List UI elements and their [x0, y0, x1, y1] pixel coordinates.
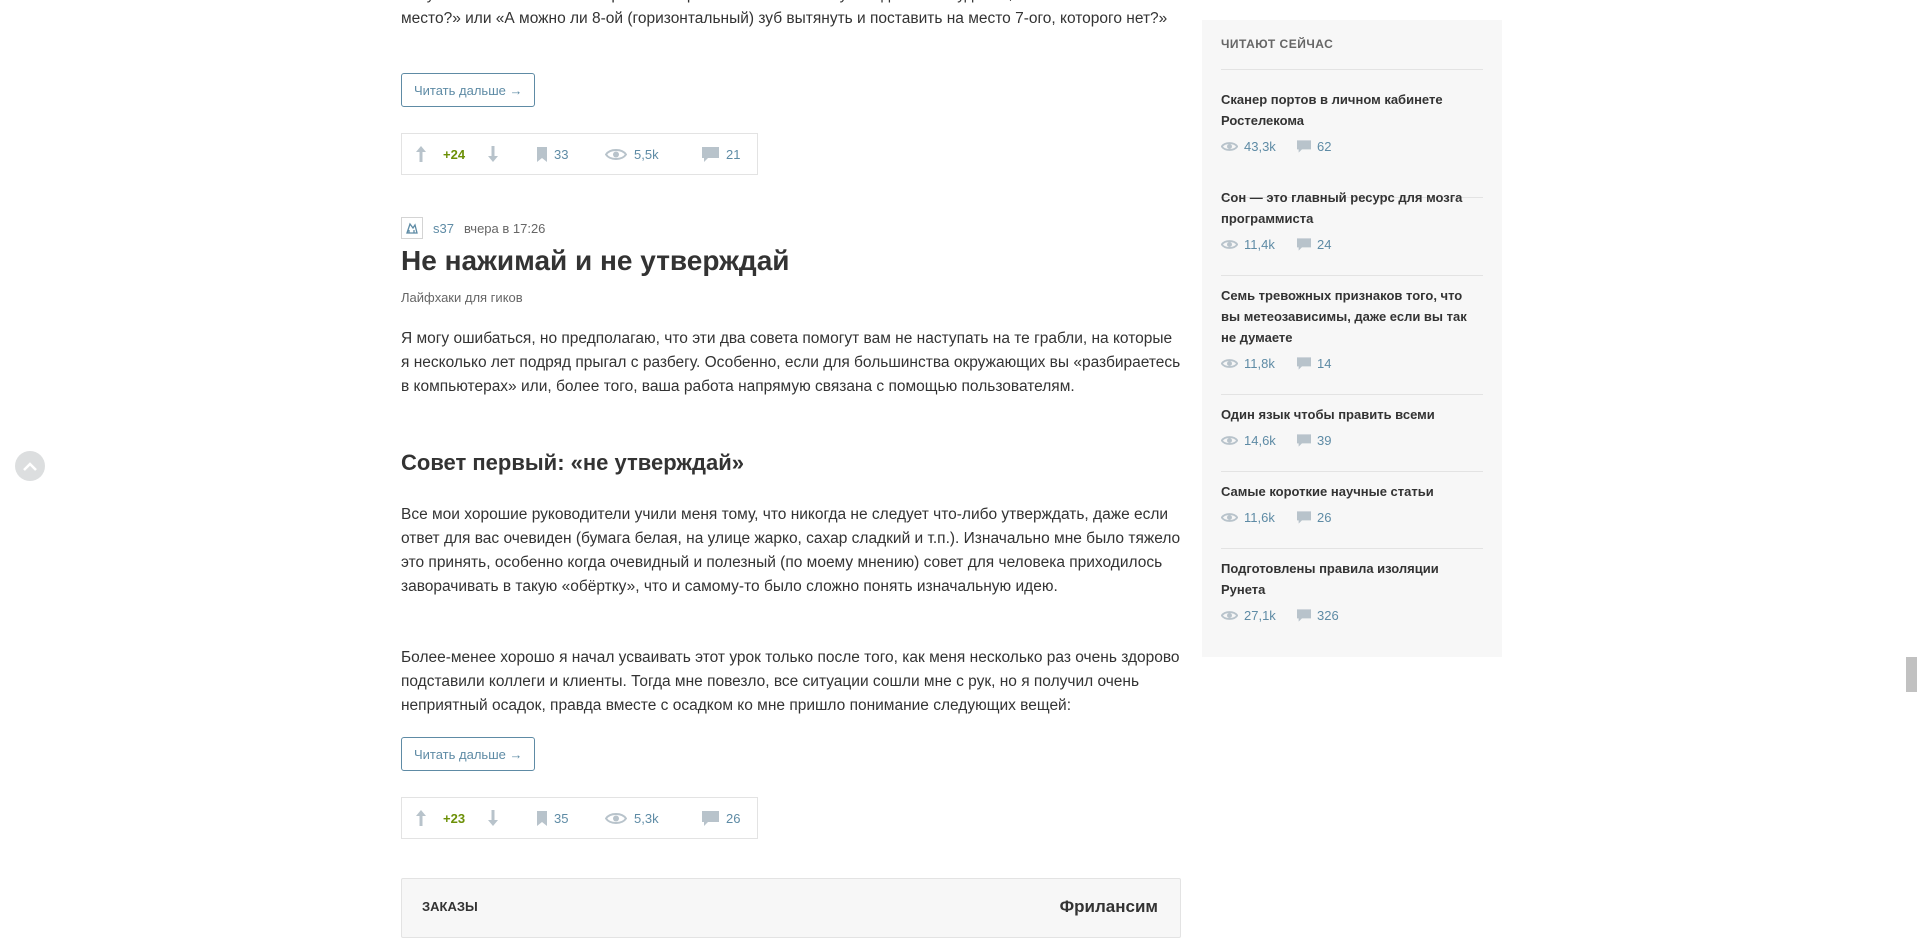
views-count: 43,3k [1244, 138, 1276, 154]
eye-icon [605, 812, 627, 824]
scroll-to-top-button[interactable] [15, 451, 45, 481]
views-count: 27,1k [1244, 607, 1276, 623]
sidebar-reading-now: ЧИТАЮТ СЕЙЧАС Сканер портов в личном каб… [1202, 20, 1502, 657]
bookmark-button[interactable]: 33 [537, 134, 568, 174]
comments-link[interactable]: 21 [702, 134, 740, 174]
sidebar-item-title[interactable]: Сканер портов в личном кабинете Ростелек… [1221, 89, 1483, 131]
comment-icon [1297, 237, 1311, 251]
eye-icon [1221, 512, 1238, 522]
bookmark-count: 35 [554, 810, 569, 826]
comment-icon [1297, 510, 1311, 524]
divider [1221, 394, 1483, 395]
post-paragraph: Более-менее хорошо я начал усваивать это… [401, 649, 1180, 714]
author-link[interactable]: s37 [433, 221, 454, 236]
comment-icon [1297, 433, 1311, 447]
post-subheading: Совет первый: «не утверждай» [401, 450, 744, 475]
post-stats-bar: +23 35 5,3k 26 [401, 797, 758, 839]
sidebar-item: Один язык чтобы править всеми 14,6k 39 [1221, 404, 1483, 449]
views-count: 5,3k [634, 810, 659, 826]
eye-icon [1221, 141, 1238, 151]
comments-count[interactable]: 39 [1317, 433, 1331, 448]
comments-link[interactable]: 26 [702, 798, 740, 838]
comments-count[interactable]: 24 [1317, 237, 1331, 252]
comment-icon [1297, 139, 1311, 153]
views-count: 11,8k [1244, 355, 1275, 371]
views-count: 11,4k [1244, 236, 1275, 252]
sidebar-item-title[interactable]: Подготовлены правила изоляции Рунета [1221, 558, 1483, 600]
views-stat: 5,5k [605, 134, 659, 174]
vote-up-icon[interactable] [411, 798, 431, 838]
post-title[interactable]: Не нажимай и не утверждай [401, 243, 789, 279]
comment-icon [1297, 356, 1311, 370]
sidebar-item: Подготовлены правила изоляции Рунета 27,… [1221, 558, 1483, 624]
post-time: вчера в 17:26 [463, 220, 546, 236]
comments-count[interactable]: 326 [1317, 608, 1339, 623]
divider [1221, 471, 1483, 472]
comment-icon [702, 810, 719, 826]
views-count: 5,5k [634, 146, 659, 162]
hub-link[interactable]: Лайфхаки для гиков [401, 290, 523, 305]
comments-count[interactable]: 62 [1317, 139, 1331, 154]
comment-icon [702, 146, 719, 162]
divider [1221, 548, 1483, 549]
post-paragraph: Я могу ошибаться, но предполагаю, что эт… [401, 330, 1181, 395]
sidebar-item-title[interactable]: Семь тревожных признаков того, что вы ме… [1221, 285, 1483, 348]
post-paragraph: Все мои хорошие руководители учили меня … [401, 506, 1181, 595]
eye-icon [1221, 239, 1238, 249]
vote-up-icon[interactable] [411, 134, 431, 174]
comment-icon [1297, 608, 1311, 622]
post-preview-text: получил несколько комментариев с вопросо… [401, 0, 1168, 27]
chevron-up-icon [23, 461, 37, 471]
sidebar-item-title[interactable]: Самые короткие научные статьи [1221, 481, 1483, 502]
score-value: +23 [443, 810, 466, 826]
sidebar-item: Самые короткие научные статьи 11,6k 26 [1221, 481, 1483, 526]
score-value: +24 [443, 146, 466, 162]
scrollbar[interactable] [1903, 0, 1920, 925]
eye-icon [1221, 435, 1238, 445]
vote-down-icon[interactable] [483, 134, 503, 174]
comments-count[interactable]: 26 [1317, 510, 1331, 525]
bookmark-count: 33 [554, 146, 569, 162]
eye-icon [1221, 358, 1238, 368]
vote-down-icon[interactable] [483, 798, 503, 838]
bookmark-icon [537, 146, 547, 162]
sidebar-title: ЧИТАЮТ СЕЙЧАС [1221, 37, 1334, 51]
comments-count: 26 [726, 810, 741, 826]
read-more-button[interactable]: Читать дальше → [401, 73, 536, 107]
divider [1221, 69, 1483, 70]
views-count: 11,6k [1244, 509, 1275, 525]
comments-count[interactable]: 14 [1317, 356, 1331, 371]
sidebar-item-title[interactable]: Один язык чтобы править всеми [1221, 404, 1483, 425]
sidebar-item: Сон — это главный ресурс для мозга прогр… [1221, 187, 1483, 253]
bookmark-icon [537, 810, 547, 826]
freelansim-logo[interactable]: Фрилансим [1060, 897, 1158, 917]
avatar[interactable] [401, 217, 423, 239]
sidebar-item: Семь тревожных признаков того, что вы ме… [1221, 285, 1483, 372]
scrollbar-thumb[interactable] [1906, 657, 1917, 692]
orders-label[interactable]: ЗАКАЗЫ [422, 899, 478, 914]
post-stats-bar: +24 33 5,5k 21 [401, 133, 758, 175]
eye-icon [1221, 610, 1238, 620]
comments-count: 21 [726, 146, 741, 162]
sidebar-item: Сканер портов в личном кабинете Ростелек… [1221, 89, 1483, 155]
post-meta: s37 вчера в 17:26 [401, 216, 545, 240]
orders-block: ЗАКАЗЫ Фрилансим [401, 878, 1181, 938]
views-stat: 5,3k [605, 798, 659, 838]
bookmark-button[interactable]: 35 [537, 798, 568, 838]
views-count: 14,6k [1244, 432, 1276, 448]
avatar-icon [406, 222, 418, 234]
eye-icon [605, 148, 627, 160]
divider [1221, 275, 1483, 276]
sidebar-item-title[interactable]: Сон — это главный ресурс для мозга прогр… [1221, 187, 1483, 229]
read-more-button[interactable]: Читать дальше → [401, 737, 536, 771]
